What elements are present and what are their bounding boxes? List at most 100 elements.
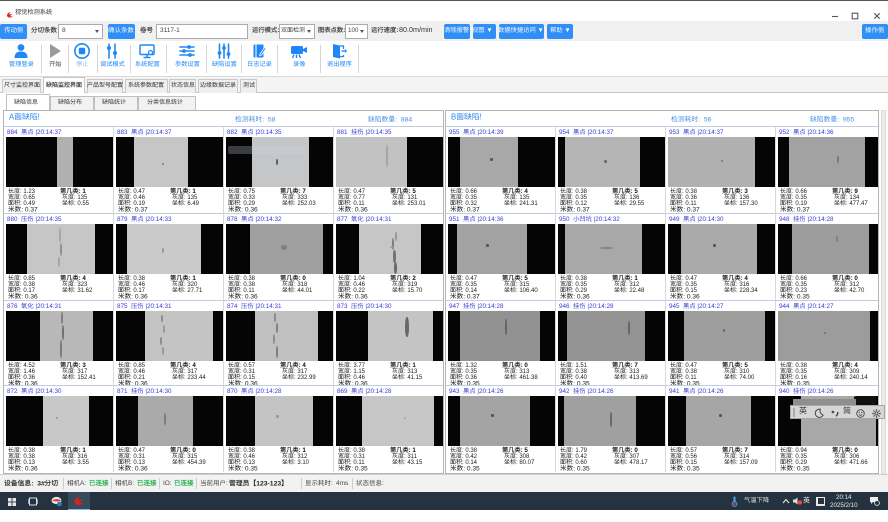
svg-text:|20:14:39: |20:14:39 <box>476 129 504 136</box>
svg-text:3117-1: 3117-1 <box>160 27 180 34</box>
svg-text:: 27.71: : 27.71 <box>184 288 203 294</box>
svg-text:: 0.55: : 0.55 <box>74 201 90 207</box>
svg-text:: 471.66: : 471.66 <box>846 460 868 466</box>
svg-text:|20:14:33: |20:14:33 <box>144 216 172 223</box>
svg-text:942: 942 <box>559 388 573 395</box>
svg-text:: 42.70: : 42.70 <box>846 288 865 294</box>
svg-text:947: 947 <box>449 303 463 310</box>
svg-text:: 74.00: : 74.00 <box>736 375 755 381</box>
svg-text:: 454.39: : 454.39 <box>184 460 206 466</box>
svg-text:876: 876 <box>7 303 21 310</box>
svg-text:|20:14:27: |20:14:27 <box>696 303 724 310</box>
svg-text:: 240.14: : 240.14 <box>846 375 868 381</box>
svg-text:|20:14:28: |20:14:28 <box>586 303 614 310</box>
svg-text:: 41.15: : 41.15 <box>404 375 423 381</box>
svg-text:874: 874 <box>227 303 241 310</box>
svg-text:955: 955 <box>449 129 463 136</box>
svg-text:8: 8 <box>62 27 66 34</box>
svg-text:|20:14:26: |20:14:26 <box>696 388 724 395</box>
svg-text:|20:14:30: |20:14:30 <box>144 388 172 395</box>
svg-text:: 0.35: : 0.35 <box>683 465 700 472</box>
svg-text:: 157.09: : 157.09 <box>736 460 758 466</box>
svg-text:|20:14:35: |20:14:35 <box>254 129 282 136</box>
svg-text:|20:14:35: |20:14:35 <box>364 129 392 136</box>
svg-text::: : <box>382 480 384 487</box>
svg-text:871: 871 <box>117 388 131 395</box>
svg-text:952: 952 <box>779 129 793 136</box>
svg-text:: 3.55: : 3.55 <box>74 460 90 466</box>
svg-text:946: 946 <box>559 303 573 310</box>
svg-text:: 253.01: : 253.01 <box>404 201 426 207</box>
svg-text:|20:14:26: |20:14:26 <box>806 388 834 395</box>
svg-text:80.0m/min: 80.0m/min <box>399 25 433 34</box>
svg-text:: 0.35: : 0.35 <box>463 465 480 472</box>
svg-text:: 56: : 56 <box>698 116 711 123</box>
svg-text:|20:14:37: |20:14:37 <box>696 129 724 136</box>
svg-text:▼: ▼ <box>536 27 544 34</box>
svg-text:: 43.15: : 43.15 <box>404 460 423 466</box>
svg-text:: 58: : 58 <box>262 116 275 123</box>
svg-text:B:: B: <box>128 480 134 487</box>
svg-text:100: 100 <box>348 27 359 34</box>
svg-text:: 15.70: : 15.70 <box>404 288 423 294</box>
svg-text:|20:14:36: |20:14:36 <box>806 129 834 136</box>
svg-text:: 413.69: : 413.69 <box>626 375 648 381</box>
svg-text:: 152.41: : 152.41 <box>74 375 96 381</box>
svg-text:: 477.47: : 477.47 <box>846 201 868 207</box>
svg-text:|20:14:31: |20:14:31 <box>34 303 62 310</box>
svg-text:951: 951 <box>449 216 463 223</box>
svg-text:870: 870 <box>227 388 241 395</box>
svg-text:945: 945 <box>669 303 683 310</box>
svg-text:: 31.62: : 31.62 <box>74 288 93 294</box>
svg-text:|20:14:28: |20:14:28 <box>476 303 504 310</box>
svg-text:883: 883 <box>117 129 131 136</box>
svg-text:: 241.31: : 241.31 <box>516 201 538 207</box>
svg-text:: 3.10: : 3.10 <box>294 460 310 466</box>
svg-text:: 106.40: : 106.40 <box>516 288 538 294</box>
svg-text:|20:14:37: |20:14:37 <box>34 129 62 136</box>
svg-text:: 22.48: : 22.48 <box>626 288 645 294</box>
svg-text:!: ! <box>480 112 482 121</box>
svg-text:20:14: 20:14 <box>836 494 852 501</box>
svg-text:: 233.44: : 233.44 <box>184 375 206 381</box>
svg-text::: : <box>226 480 228 487</box>
svg-text:: 44.01: : 44.01 <box>294 288 313 294</box>
svg-text:|20:14:32: |20:14:32 <box>254 216 282 223</box>
svg-text:: 0.36: : 0.36 <box>21 465 38 472</box>
svg-text:: 157.30: : 157.30 <box>736 201 758 207</box>
svg-text:941: 941 <box>669 388 683 395</box>
svg-text::: : <box>277 27 279 34</box>
svg-text:: 6.49: : 6.49 <box>184 201 200 207</box>
svg-text:950: 950 <box>559 216 573 223</box>
svg-text:: 884: : 884 <box>395 116 412 123</box>
svg-text:: 228.34: : 228.34 <box>736 288 758 294</box>
svg-text:|20:14:37: |20:14:37 <box>586 129 614 136</box>
svg-text:: 232.99: : 232.99 <box>294 375 316 381</box>
svg-text:877: 877 <box>337 216 351 223</box>
svg-text:: 80.07: : 80.07 <box>516 460 535 466</box>
svg-text:: 0.35: : 0.35 <box>351 465 368 472</box>
svg-text:948: 948 <box>779 216 793 223</box>
svg-text:869: 869 <box>337 388 351 395</box>
svg-text:|20:14:28: |20:14:28 <box>364 388 392 395</box>
svg-text:875: 875 <box>117 303 131 310</box>
svg-text:: 955: : 955 <box>837 116 854 123</box>
svg-text:|20:14:37: |20:14:37 <box>144 129 172 136</box>
svg-text:|20:14:28: |20:14:28 <box>254 388 282 395</box>
svg-text::: : <box>396 27 398 34</box>
svg-text:884: 884 <box>7 129 21 136</box>
svg-text:4ms: 4ms <box>336 480 349 487</box>
svg-text:2025/2/10: 2025/2/10 <box>830 501 858 508</box>
svg-text:881: 881 <box>337 129 351 136</box>
svg-text:949: 949 <box>669 216 683 223</box>
svg-text:B: B <box>451 112 456 121</box>
svg-text:882: 882 <box>227 129 241 136</box>
svg-text:873: 873 <box>337 303 351 310</box>
svg-text:: 0.35: : 0.35 <box>793 465 810 472</box>
svg-text:: 252.03: : 252.03 <box>294 201 316 207</box>
svg-text:|20:14:31: |20:14:31 <box>254 303 282 310</box>
svg-text::: : <box>343 27 345 34</box>
svg-text:|20:14:31: |20:14:31 <box>364 216 392 223</box>
svg-text:880: 880 <box>7 216 21 223</box>
svg-text:|20:14:28: |20:14:28 <box>806 216 834 223</box>
